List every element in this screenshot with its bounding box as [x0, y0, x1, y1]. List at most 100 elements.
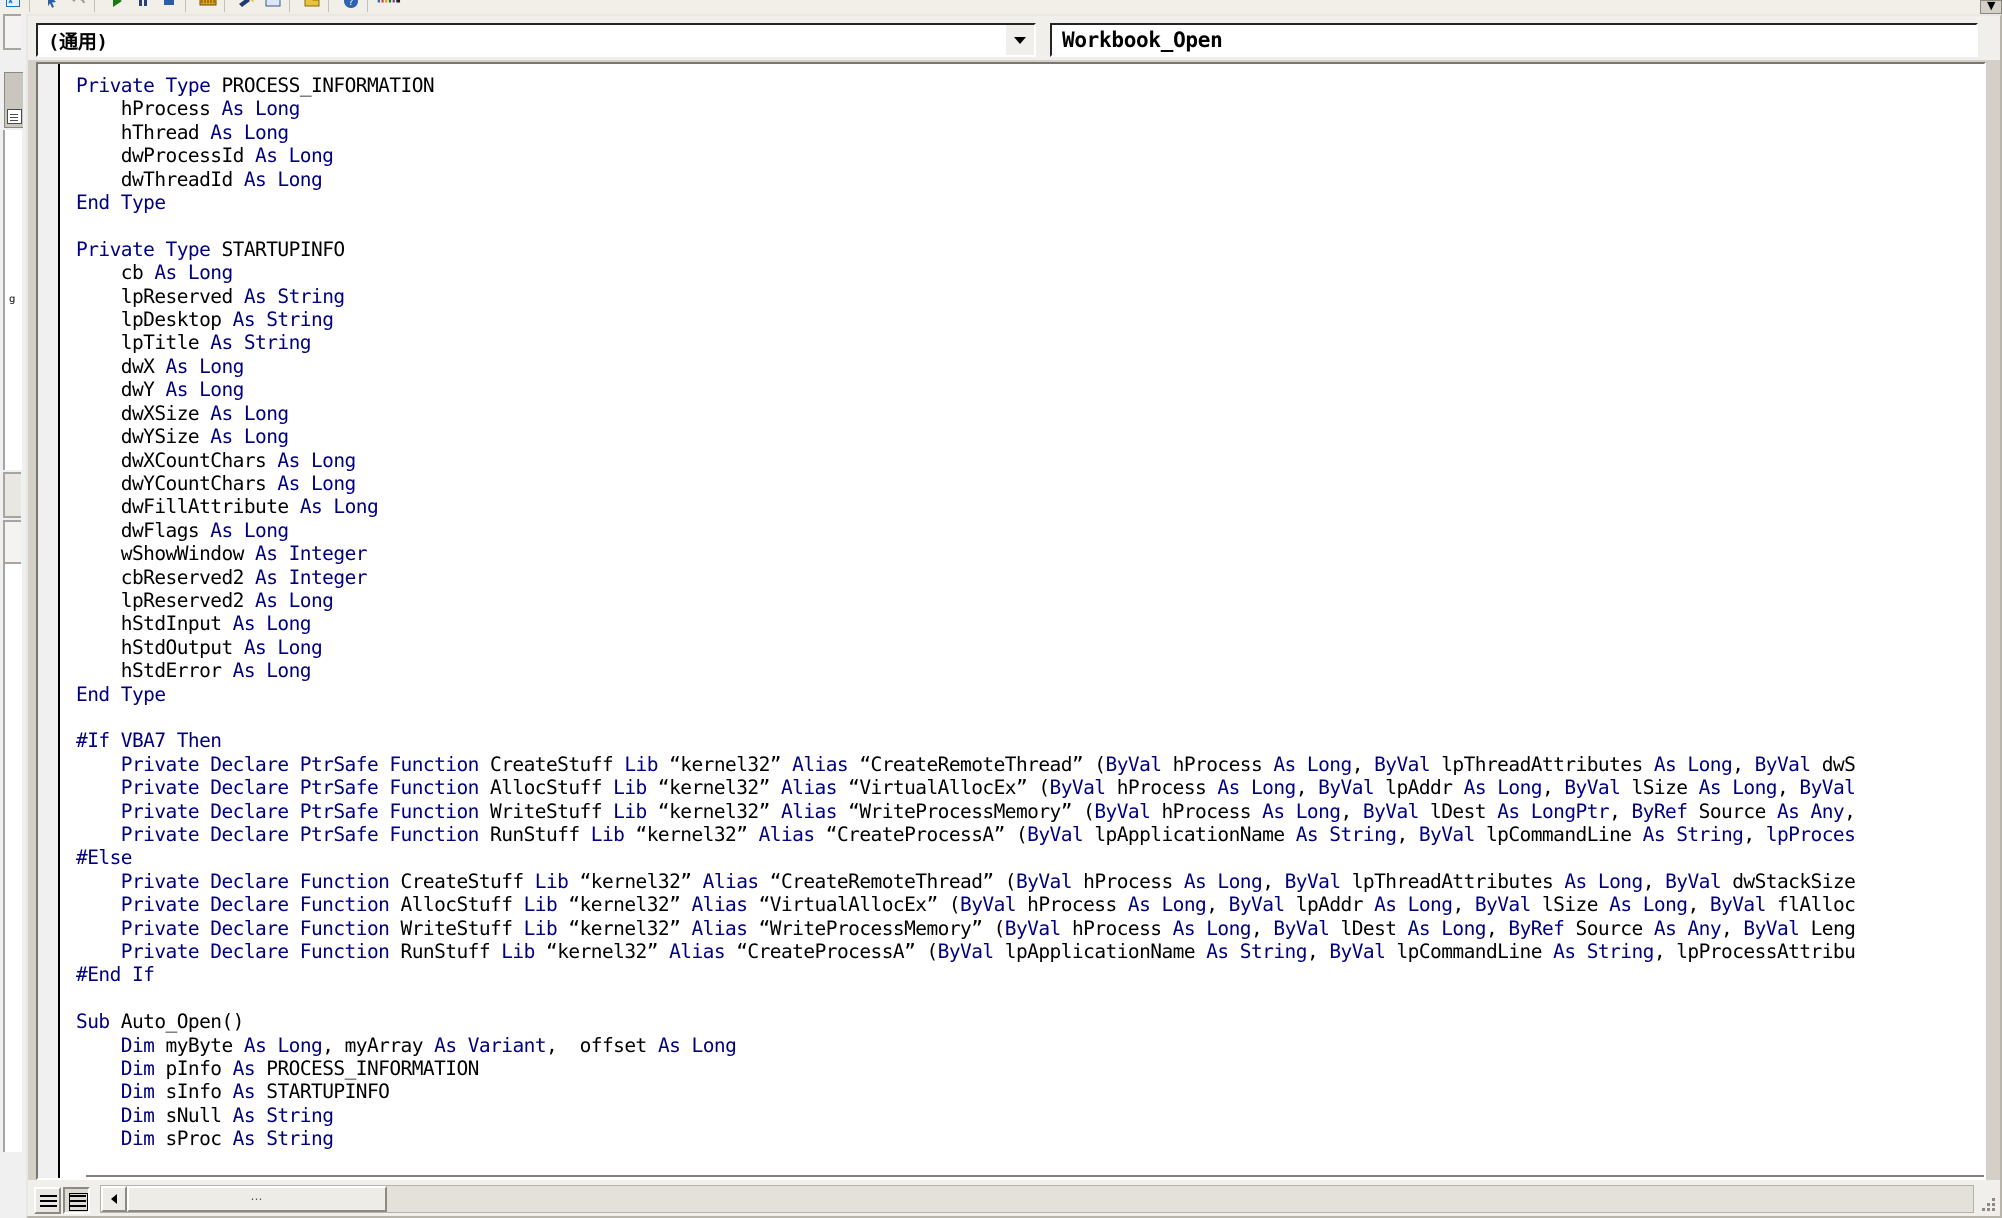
scroll-left-arrow[interactable] — [101, 1186, 127, 1212]
code-keyword: Private Declare PtrSafe Function — [76, 799, 491, 823]
code-identifier: , — [1609, 799, 1632, 823]
code-keyword: As String — [1553, 940, 1654, 964]
code-keyword: ByVal — [1418, 823, 1486, 846]
object-combobox[interactable]: (通用) — [36, 23, 1036, 57]
code-identifier: Leng — [1810, 916, 1856, 940]
resize-grip[interactable] — [1976, 1192, 1998, 1214]
code-identifier: , — [1721, 916, 1744, 940]
code-identifier: , — [1351, 752, 1375, 776]
horizontal-scrollbar-track[interactable] — [387, 1186, 1973, 1212]
code-identifier: PROCESS_INFORMATION — [221, 74, 435, 97]
code-editor-pane[interactable]: Private Type PROCESS_INFORMATION hProces… — [36, 62, 1986, 1180]
procedure-view-button[interactable] — [63, 1187, 90, 1214]
code-identifier: , offset — [546, 1033, 658, 1057]
help-icon[interactable]: ? — [338, 0, 364, 13]
indicator-margin[interactable] — [38, 64, 60, 1178]
toolbar-separator — [29, 0, 36, 12]
code-identifier: hThread — [76, 120, 211, 144]
code-keyword: Dim — [76, 1033, 166, 1057]
toolbar-separator — [367, 0, 374, 12]
pointer-icon[interactable] — [39, 0, 65, 13]
code-identifier: lpReserved — [76, 284, 244, 308]
code-identifier: PROCESS_INFORMATION — [266, 1057, 479, 1081]
code-identifier: “WriteProcessMemory” ( — [848, 799, 1095, 823]
code-identifier: dwYCountChars — [76, 471, 278, 495]
code-keyword: ByVal — [1049, 776, 1117, 800]
project-explorer-edge[interactable] — [3, 14, 21, 50]
code-keyword: Private Declare Function — [76, 893, 401, 917]
code-identifier: CreateStuff — [490, 752, 625, 776]
code-keyword: As Long — [165, 378, 245, 402]
excel-icon[interactable] — [0, 0, 26, 13]
horizontal-scrollbar[interactable]: ⋯ — [100, 1185, 1974, 1213]
code-window-dropdown-bar: (通用) Workbook_Open — [28, 16, 2000, 60]
code-keyword: Private Declare Function — [76, 916, 401, 940]
code-identifier: dwYSize — [76, 425, 211, 449]
code-keyword: As String — [1642, 823, 1744, 846]
code-keyword: As Long — [210, 425, 289, 449]
toolbar-separator — [224, 0, 231, 12]
code-identifier: , — [1844, 799, 1867, 823]
code-keyword: ByVal — [1754, 752, 1822, 776]
code-identifier: STARTUPINFO — [266, 1080, 390, 1104]
code-identifier: , — [1206, 893, 1229, 917]
code-identifier: hProcess — [1161, 799, 1263, 823]
code-keyword: As Long — [210, 518, 289, 542]
code-keyword: Private Type — [76, 237, 222, 261]
code-keyword: ByVal — [1318, 776, 1386, 800]
standard-toolbar[interactable]: ? ▼ — [0, 0, 2002, 15]
undo-icon[interactable] — [65, 0, 91, 13]
code-identifier: myByte — [165, 1033, 244, 1057]
code-keyword: As String — [1206, 940, 1307, 964]
reset-icon[interactable] — [156, 0, 182, 13]
code-keyword: As LongPtr — [1497, 799, 1610, 823]
break-icon[interactable] — [130, 0, 156, 13]
code-keyword: Dim — [76, 1127, 166, 1151]
code-keyword: As Integer — [255, 542, 367, 566]
toolbox-icon[interactable] — [377, 0, 403, 13]
full-module-view-button[interactable] — [34, 1187, 61, 1214]
code-identifier: lpCommandLine — [1485, 823, 1643, 846]
code-window: (通用) Workbook_Open Private Type PROCESS_… — [26, 14, 2002, 1218]
code-keyword: ByVal — [1709, 893, 1777, 917]
code-keyword: Private Declare Function — [76, 869, 401, 893]
code-text[interactable]: Private Type PROCESS_INFORMATION hProces… — [76, 74, 1867, 1151]
code-identifier: RunStuff — [400, 940, 502, 964]
code-identifier: , — [1340, 799, 1363, 823]
code-identifier: , — [1251, 916, 1274, 940]
code-identifier: lpDesktop — [76, 308, 233, 332]
code-identifier: Source — [1575, 916, 1654, 940]
project-explorer-icon[interactable] — [234, 0, 260, 13]
code-keyword: ByVal — [1329, 940, 1397, 964]
lower-pane-edge[interactable] — [3, 520, 21, 564]
code-identifier: lpTitle — [76, 331, 211, 355]
properties-window-icon[interactable] — [260, 0, 286, 13]
code-keyword: ByVal — [937, 940, 1005, 964]
code-identifier: lpApplicationName — [1004, 940, 1207, 964]
horizontal-scrollbar-thumb[interactable]: ⋯ — [127, 1186, 387, 1212]
run-icon[interactable] — [104, 0, 130, 13]
properties-window-tab[interactable] — [4, 72, 23, 128]
object-combobox-value: (通用) — [48, 30, 108, 53]
code-scroll-area[interactable]: Private Type PROCESS_INFORMATION hProces… — [62, 64, 1984, 1178]
code-keyword: Dim — [76, 1103, 166, 1127]
code-keyword: Lib — [613, 799, 658, 823]
toolbar-overflow-button[interactable]: ▼ — [1980, 0, 2002, 14]
view-mode-buttons — [34, 1187, 90, 1214]
code-keyword: #Else — [76, 846, 133, 870]
chevron-down-icon[interactable] — [1006, 25, 1034, 55]
code-keyword: As Long — [1653, 752, 1733, 776]
code-keyword: Lib — [590, 823, 636, 846]
code-identifier: Source — [1698, 799, 1777, 823]
object-browser-icon[interactable] — [299, 0, 325, 13]
code-identifier: lSize — [1631, 776, 1699, 800]
code-identifier: cb — [76, 261, 155, 285]
code-keyword: ByVal — [1228, 893, 1296, 917]
code-keyword: Lib — [613, 776, 658, 800]
full-module-view-icon — [40, 1195, 57, 1197]
design-mode-icon[interactable] — [195, 0, 221, 13]
procedure-combobox[interactable]: Workbook_Open — [1050, 23, 1978, 57]
code-identifier: “VirtualAllocEx” ( — [758, 893, 961, 917]
code-identifier: , — [1687, 893, 1710, 917]
code-keyword: Alias — [702, 869, 770, 893]
